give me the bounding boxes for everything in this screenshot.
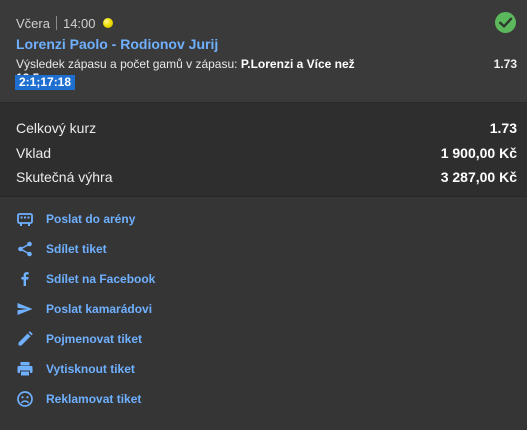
- printer-icon: [16, 360, 34, 378]
- stake-value: 1 900,00 Kč: [440, 145, 517, 161]
- bet-day: Včera: [16, 15, 50, 31]
- ticket-summary: Celkový kurz 1.73 Vklad 1 900,00 Kč Skut…: [0, 103, 527, 197]
- share-ticket-label: Sdílet tiket: [46, 242, 107, 256]
- win-row: Skutečná výhra 3 287,00 Kč: [16, 167, 517, 187]
- pencil-icon: [16, 330, 34, 348]
- share-facebook-button[interactable]: Sdílet na Facebook: [16, 268, 155, 290]
- win-label: Skutečná výhra: [16, 169, 113, 185]
- total-odds-value: 1.73: [489, 120, 517, 136]
- share-ticket-button[interactable]: Sdílet tiket: [16, 238, 107, 260]
- tennis-ball-icon: [102, 18, 113, 28]
- check-mark: [499, 17, 513, 28]
- send-to-friend-button[interactable]: Poslat kamarádovi: [16, 298, 152, 320]
- complain-ticket-label: Reklamovat tiket: [46, 392, 142, 406]
- total-odds-label: Celkový kurz: [16, 120, 97, 136]
- score-badge: 2:1;17:18: [15, 75, 76, 90]
- send-to-friend-label: Poslat kamarádovi: [46, 302, 153, 316]
- share-icon: [16, 240, 34, 258]
- arena-icon: [16, 210, 34, 228]
- stake-label: Vklad: [16, 145, 52, 161]
- rename-ticket-button[interactable]: Pojmenovat tiket: [16, 328, 142, 350]
- send-icon: [16, 300, 34, 318]
- bet-card: Včera 14:00 Lorenzi Paolo - Rodionov Jur…: [0, 0, 527, 103]
- total-odds-row: Celkový kurz 1.73: [16, 118, 517, 138]
- facebook-icon: [16, 270, 34, 288]
- stake-row: Vklad 1 900,00 Kč: [16, 143, 517, 163]
- complain-ticket-button[interactable]: Reklamovat tiket: [16, 388, 141, 410]
- rename-ticket-label: Pojmenovat tiket: [46, 332, 143, 346]
- match-title[interactable]: Lorenzi Paolo - Rodionov Jurij: [16, 36, 218, 52]
- bet-time: 14:00: [62, 15, 96, 31]
- check-circle-icon: [495, 12, 516, 33]
- win-value: 3 287,00 Kč: [440, 169, 517, 185]
- send-to-arena-button[interactable]: Poslat do arény: [16, 208, 135, 230]
- print-ticket-label: Vytisknout tiket: [46, 362, 135, 376]
- print-ticket-button[interactable]: Vytisknout tiket: [16, 358, 135, 380]
- meta-divider: [55, 16, 57, 30]
- send-to-arena-label: Poslat do arény: [46, 212, 136, 226]
- bet-odd: 1.73: [493, 57, 517, 71]
- market-name: Výsledek zápasu a počet gamů v zápasu:: [16, 57, 238, 71]
- bet-meta: Včera 14:00: [16, 15, 113, 31]
- sad-face-icon: [16, 390, 34, 408]
- share-facebook-label: Sdílet na Facebook: [46, 272, 156, 286]
